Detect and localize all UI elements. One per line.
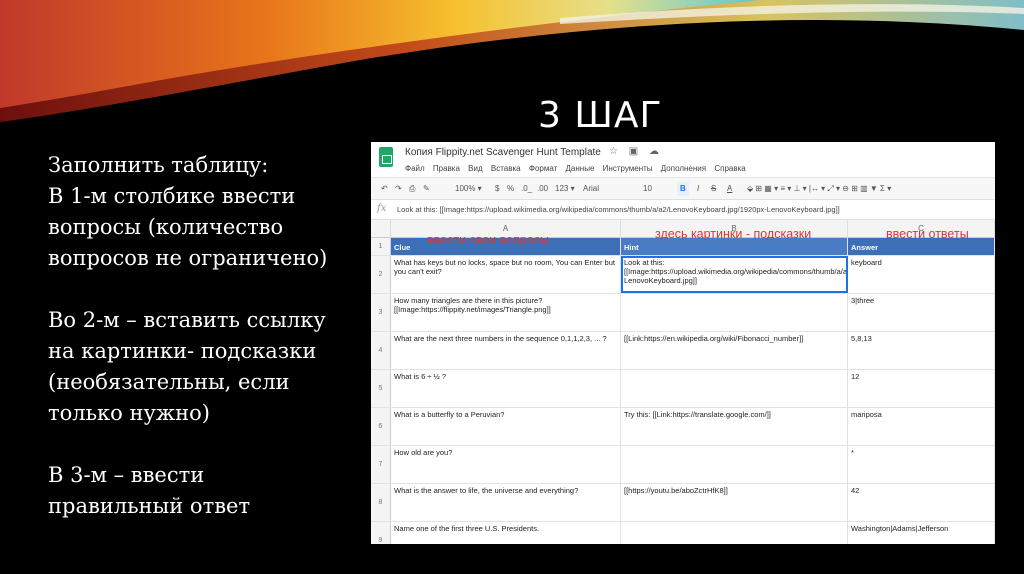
table-row: 4 What are the next three numbers in the…: [371, 332, 995, 370]
text-color-button[interactable]: A: [727, 184, 732, 193]
clue-cell[interactable]: What is a butterfly to a Peruvian?: [391, 408, 621, 445]
italic-button[interactable]: I: [697, 184, 699, 193]
redo-icon[interactable]: ↷: [395, 184, 402, 193]
menu-data[interactable]: Данные: [566, 164, 595, 173]
hint-cell[interactable]: [[https://youtu.be/aboZctrHfK8]]: [621, 484, 848, 521]
menu-tools[interactable]: Инструменты: [603, 164, 653, 173]
table-row: 8 What is the answer to life, the univer…: [371, 484, 995, 522]
clue-cell[interactable]: Name one of the first three U.S. Preside…: [391, 522, 621, 544]
instruction-line: только нужно): [48, 401, 210, 425]
instruction-line: В 3-м – ввести: [48, 463, 205, 487]
bold-button[interactable]: B: [677, 182, 689, 196]
fx-icon: fx: [377, 203, 387, 214]
answer-cell[interactable]: keyboard: [848, 256, 995, 293]
answer-cell[interactable]: mariposa: [848, 408, 995, 445]
answer-cell[interactable]: *: [848, 446, 995, 483]
toolbar: ↶ ↷ ⎙ ✎ 100% ▾ $ % .0_ .00 123 ▾ Arial 1…: [371, 178, 995, 200]
row-number[interactable]: 4: [371, 332, 391, 369]
hint-cell[interactable]: [[Link:https://en.wikipedia.org/wiki/Fib…: [621, 332, 848, 369]
instruction-line: Заполнить таблицу:: [48, 153, 269, 177]
row-number[interactable]: 5: [371, 370, 391, 407]
clue-cell[interactable]: How old are you?: [391, 446, 621, 483]
menu-file[interactable]: Файл: [405, 164, 425, 173]
table-row: 5 What is 6 ÷ ½ ? 12: [371, 370, 995, 408]
currency-button[interactable]: $: [495, 184, 499, 193]
menu-view[interactable]: Вид: [468, 164, 482, 173]
answer-cell[interactable]: 5,8,13: [848, 332, 995, 369]
menu-format[interactable]: Формат: [529, 164, 557, 173]
menu-edit[interactable]: Правка: [433, 164, 460, 173]
hint-cell[interactable]: [621, 522, 848, 544]
menu-help[interactable]: Справка: [714, 164, 745, 173]
document-title[interactable]: Копия Flippity.net Scavenger Hunt Templa…: [405, 147, 601, 158]
formula-bar: fx Look at this: [[Image:https://upload.…: [371, 200, 995, 220]
instruction-line: В 1-м столбике ввести: [48, 184, 296, 208]
slide-title: 3 ШАГ: [538, 95, 663, 136]
star-folder-cloud-icons[interactable]: ☆ ▣ ☁: [609, 146, 663, 157]
answer-cell[interactable]: 12: [848, 370, 995, 407]
annotation-hints: здесь картинки - подсказки: [655, 227, 812, 241]
increase-decimal-button[interactable]: .00: [537, 184, 548, 193]
menu-addons[interactable]: Дополнения: [661, 164, 706, 173]
instruction-line: на картинки- подсказки: [48, 339, 317, 363]
instruction-line: правильный ответ: [48, 494, 251, 518]
answer-cell[interactable]: Washington|Adams|Jefferson: [848, 522, 995, 544]
hint-cell[interactable]: [621, 370, 848, 407]
menu-bar: Файл Правка Вид Вставка Формат Данные Ин…: [405, 164, 752, 173]
decrease-decimal-button[interactable]: .0_: [521, 184, 532, 193]
formula-input[interactable]: Look at this: [[Image:https://upload.wik…: [397, 205, 840, 214]
spreadsheet-screenshot: Копия Flippity.net Scavenger Hunt Templa…: [371, 142, 995, 544]
table-row: 3 How many triangles are there in this p…: [371, 294, 995, 332]
clue-cell[interactable]: How many triangles are there in this pic…: [391, 294, 621, 331]
row-number[interactable]: 8: [371, 484, 391, 521]
row-number[interactable]: 6: [371, 408, 391, 445]
paint-format-icon[interactable]: ✎: [423, 184, 430, 193]
table-row: 9 Name one of the first three U.S. Presi…: [371, 522, 995, 544]
sheets-logo-icon[interactable]: [379, 147, 393, 167]
instructions-text: Заполнить таблицу: В 1-м столбике ввести…: [48, 150, 368, 553]
zoom-select[interactable]: 100% ▾: [455, 184, 482, 193]
row-number[interactable]: 7: [371, 446, 391, 483]
clue-cell[interactable]: What are the next three numbers in the s…: [391, 332, 621, 369]
strikethrough-button[interactable]: S: [711, 184, 716, 193]
table-row: 7 How old are you? *: [371, 446, 995, 484]
row-number[interactable]: 3: [371, 294, 391, 331]
annotation-answers: ввести ответы: [886, 227, 969, 241]
menu-insert[interactable]: Вставка: [491, 164, 521, 173]
percent-button[interactable]: %: [507, 184, 514, 193]
answer-cell[interactable]: 3|three: [848, 294, 995, 331]
instruction-step-2: Во 2-м – вставить ссылку на картинки- по…: [48, 305, 368, 429]
row-number[interactable]: 9: [371, 522, 391, 544]
table-row: 6 What is a butterfly to a Peruvian? Try…: [371, 408, 995, 446]
spreadsheet-grid: A B C 1 Clue Hint Answer 2 What has keys…: [371, 220, 995, 544]
more-toolbar-icons[interactable]: ⬙ ⊞ ▦ ▾ ≡ ▾ ⊥ ▾ |↔ ▾ ⤢ ▾ ⊖ ⊞ ▥ ▼ Σ ▾: [747, 184, 891, 194]
clue-cell[interactable]: What is 6 ÷ ½ ?: [391, 370, 621, 407]
row-number[interactable]: 1: [371, 238, 391, 255]
select-all-corner[interactable]: [371, 220, 391, 238]
instruction-step-1: Заполнить таблицу: В 1-м столбике ввести…: [48, 150, 368, 274]
answer-cell[interactable]: 42: [848, 484, 995, 521]
hint-cell[interactable]: [621, 446, 848, 483]
table-row: 2 What has keys but no locks, space but …: [371, 256, 995, 294]
number-format-select[interactable]: 123 ▾: [555, 184, 575, 193]
hint-cell[interactable]: Try this: [[Link:https://translate.googl…: [621, 408, 848, 445]
annotation-questions: ввести свои вопросы: [427, 233, 550, 247]
font-select[interactable]: Arial: [583, 184, 599, 193]
undo-icon[interactable]: ↶: [381, 184, 388, 193]
clue-cell[interactable]: What is the answer to life, the universe…: [391, 484, 621, 521]
font-size-select[interactable]: 10: [643, 184, 652, 193]
instruction-line: (необязательны, если: [48, 370, 290, 394]
instruction-step-3: В 3-м – ввести правильный ответ: [48, 460, 368, 522]
hint-cell[interactable]: [621, 294, 848, 331]
decorative-swoosh: [0, 0, 1024, 122]
sheet-header: Копия Flippity.net Scavenger Hunt Templa…: [371, 142, 995, 178]
print-icon[interactable]: ⎙: [409, 184, 415, 194]
instruction-line: вопросы (количество: [48, 215, 284, 239]
instruction-line: Во 2-м – вставить ссылку: [48, 308, 326, 332]
clue-cell[interactable]: What has keys but no locks, space but no…: [391, 256, 621, 293]
instruction-line: вопросов не ограничено): [48, 246, 328, 270]
row-number[interactable]: 2: [371, 256, 391, 293]
hint-cell-selected[interactable]: Look at this: [[Image:https://upload.wik…: [621, 256, 848, 293]
